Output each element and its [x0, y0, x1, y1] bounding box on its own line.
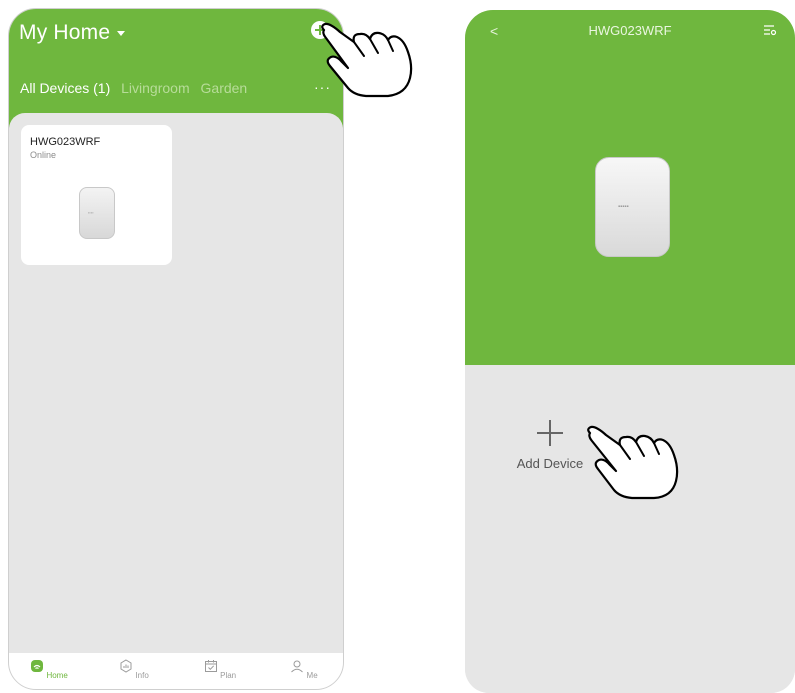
tab-garden[interactable]: Garden: [201, 80, 248, 96]
home-screen: My Home All Devices (1) Livingroom Garde…: [8, 8, 344, 690]
nav-plan[interactable]: Plan: [195, 659, 245, 680]
device-card[interactable]: HWG023WRF Online ▪▪▪▪: [21, 125, 172, 265]
nav-info[interactable]: Info: [109, 659, 159, 680]
settings-icon[interactable]: [763, 24, 777, 36]
device-status: Online: [30, 150, 57, 160]
device-screen: < HWG023WRF ▪▪▪▪▪ Add Device: [465, 10, 795, 693]
tab-all-devices[interactable]: All Devices (1): [20, 80, 110, 96]
bottom-nav: Home Info Plan Me: [9, 653, 343, 689]
info-icon: [120, 659, 132, 673]
nav-me[interactable]: Me: [279, 659, 329, 680]
home-icon: [31, 660, 44, 672]
nav-home-label: Home: [46, 671, 68, 680]
nav-me-label: Me: [306, 671, 318, 680]
plan-icon: [204, 660, 217, 672]
nav-home[interactable]: Home: [24, 659, 74, 680]
device-body: Add Device: [465, 365, 795, 693]
pointing-hand-icon: [587, 425, 679, 500]
home-title[interactable]: My Home: [19, 21, 110, 45]
device-image: ▪▪▪▪▪: [595, 157, 670, 257]
pointing-hand-icon: [321, 22, 413, 98]
nav-info-label: Info: [135, 671, 149, 680]
device-list: HWG023WRF Online ▪▪▪▪: [9, 113, 343, 653]
device-image: ▪▪▪▪: [79, 187, 115, 239]
nav-plan-label: Plan: [220, 671, 237, 680]
device-name: HWG023WRF: [30, 136, 101, 148]
add-device-button[interactable]: Add Device: [505, 420, 595, 471]
tab-livingroom[interactable]: Livingroom: [121, 80, 189, 96]
room-tabs: All Devices (1) Livingroom Garden: [20, 80, 254, 96]
device-header: < HWG023WRF ▪▪▪▪▪: [465, 10, 795, 365]
user-icon: [291, 660, 304, 673]
add-device-label: Add Device: [516, 456, 584, 471]
home-dropdown-icon[interactable]: [117, 31, 125, 36]
device-title: HWG023WRF: [588, 23, 672, 38]
plus-icon: [537, 420, 563, 446]
